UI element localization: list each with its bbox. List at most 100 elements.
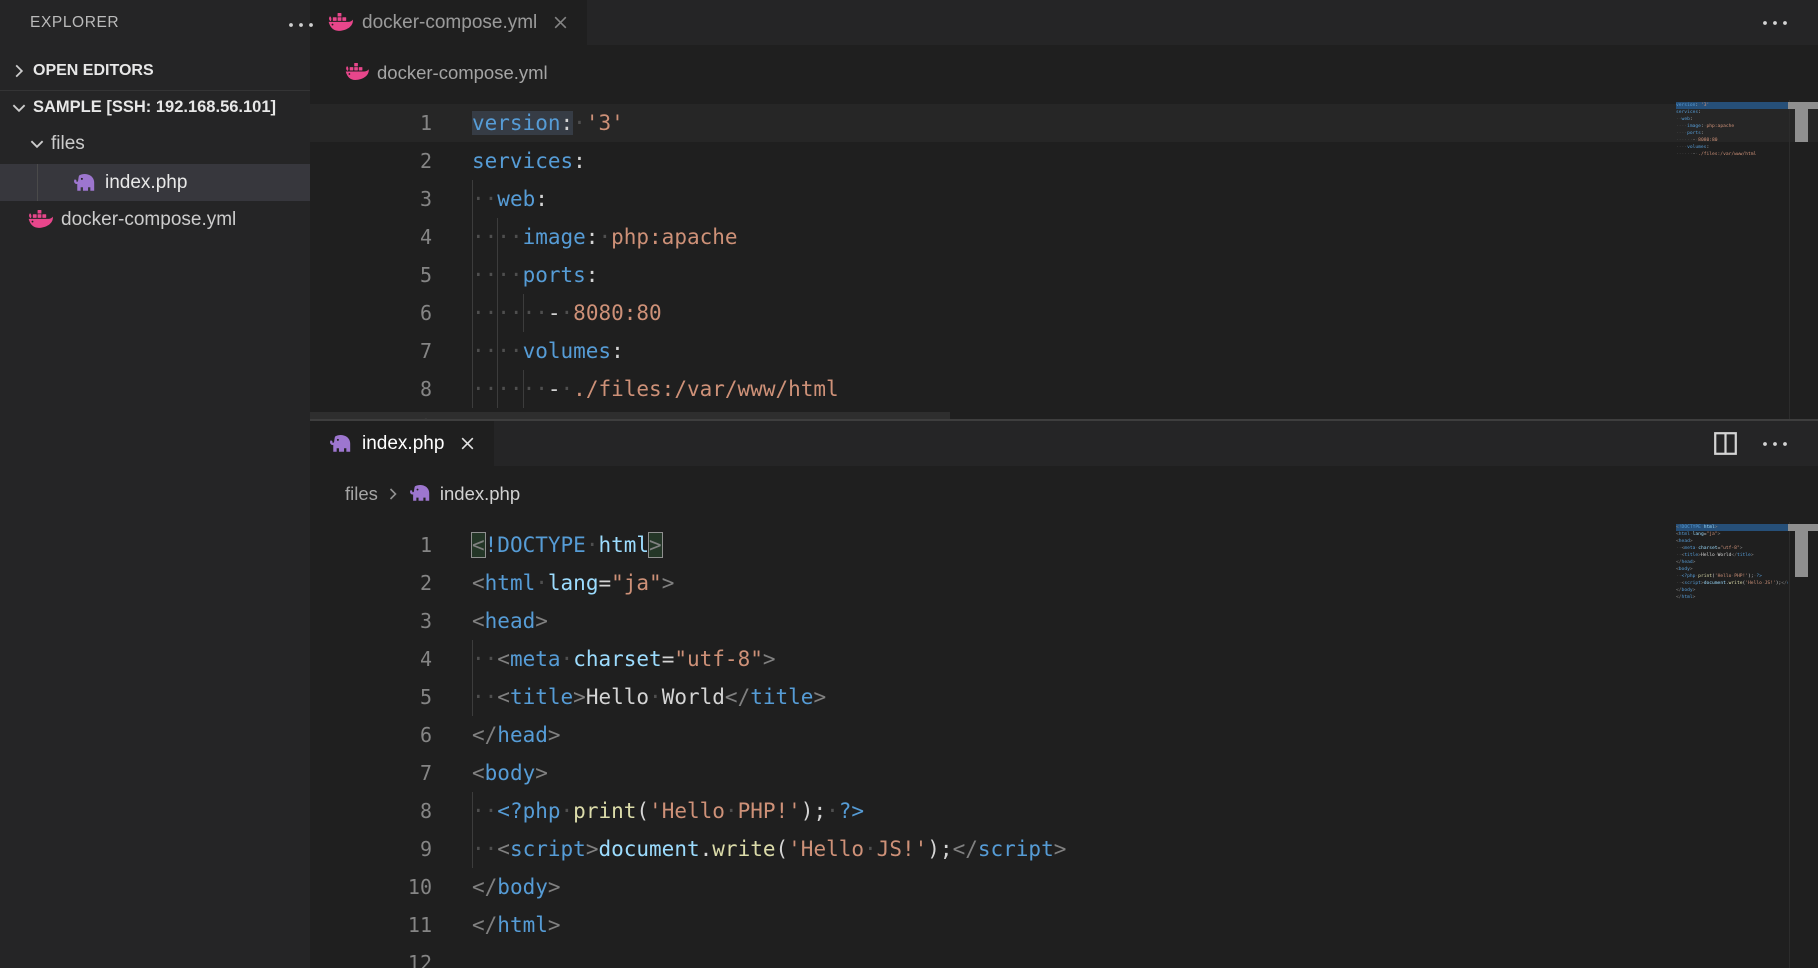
indent-guide <box>472 256 473 294</box>
editor-group-actions <box>1713 421 1818 466</box>
more-actions-button[interactable] <box>1760 440 1790 448</box>
php-elephant-icon <box>72 173 97 193</box>
vertical-scrollbar-slider[interactable] <box>1795 109 1808 142</box>
breadcrumb-label: files <box>345 483 378 505</box>
indent-guide <box>472 792 473 830</box>
minimap-line: </html> <box>1676 594 1788 601</box>
minimap-line: ····volumes: <box>1676 144 1788 151</box>
code-line: 1<!DOCTYPE·html> <box>310 526 1818 564</box>
close-tab-icon[interactable] <box>459 435 476 452</box>
vertical-scrollbar-slider[interactable] <box>1795 531 1808 577</box>
editor-group-actions <box>1760 0 1818 45</box>
breadcrumb: files index.php <box>310 466 1818 521</box>
docker-whale-icon <box>28 210 53 230</box>
chevron-down-icon <box>10 99 28 117</box>
tab-label: docker-compose.yml <box>362 12 537 34</box>
chevron-right-icon <box>385 486 401 502</box>
code-line: 6······-·8080:80 <box>310 294 1818 332</box>
code-line: 5··<title>Hello·World</title> <box>310 678 1818 716</box>
line-number: 8 <box>310 370 432 408</box>
indent-guide <box>472 370 473 408</box>
breadcrumb-label: docker-compose.yml <box>377 62 548 84</box>
code-line: 5····ports: <box>310 256 1818 294</box>
indent-guide <box>472 830 473 868</box>
minimap-line: ····ports: <box>1676 130 1788 137</box>
breadcrumb-item-folder[interactable]: files <box>345 483 378 505</box>
code-editor[interactable]: 1version:·'3'2services:3··web:4····image… <box>310 100 1818 419</box>
explorer-more-actions-button[interactable] <box>284 15 318 35</box>
code-line: 4····image:·php:apache <box>310 218 1818 256</box>
indent-guide <box>472 294 473 332</box>
code-line: 7<body> <box>310 754 1818 792</box>
minimap-line: <body> <box>1676 566 1788 573</box>
code-line: 1version:·'3' <box>310 104 1818 142</box>
php-elephant-icon <box>328 434 353 454</box>
indent-guide <box>523 294 524 332</box>
php-elephant-icon <box>408 484 432 503</box>
code-line: 9··<script>document.write('Hello·JS!');<… <box>310 830 1818 868</box>
ellipsis-icon <box>287 21 315 29</box>
line-number: 7 <box>310 754 432 792</box>
minimap-line: </head> <box>1676 559 1788 566</box>
more-actions-button[interactable] <box>1760 19 1790 27</box>
breadcrumb-label: index.php <box>440 483 520 505</box>
horizontal-scrollbar-slider[interactable] <box>310 412 950 419</box>
code-line: 10</body> <box>310 868 1818 906</box>
minimap-line: <head> <box>1676 538 1788 545</box>
line-number: 5 <box>310 256 432 294</box>
code-line: 12 <box>310 944 1818 968</box>
code-line: 6</head> <box>310 716 1818 754</box>
tab-index-php[interactable]: index.php <box>310 421 494 466</box>
tab-bar: index.php <box>310 421 1818 466</box>
minimap-line: services: <box>1676 109 1788 116</box>
line-number: 5 <box>310 678 432 716</box>
minimap[interactable]: version:·'3'services:··web:····image:·ph… <box>1676 102 1788 158</box>
line-number: 4 <box>310 218 432 256</box>
code-editor[interactable]: 1<!DOCTYPE·html>2<html·lang="ja">3<head>… <box>310 522 1818 968</box>
minimap-line: ··web: <box>1676 116 1788 123</box>
code-line: 4··<meta·charset="utf-8"> <box>310 640 1818 678</box>
close-tab-icon[interactable] <box>552 14 569 31</box>
editor-group-divider[interactable] <box>310 419 1818 421</box>
docker-whale-icon <box>345 63 369 82</box>
ellipsis-icon <box>1760 440 1790 448</box>
line-number: 1 <box>310 526 432 564</box>
sidebar-item-docker-compose[interactable]: docker-compose.yml <box>0 201 310 238</box>
minimap-line: version:·'3' <box>1676 102 1788 109</box>
minimap[interactable]: <!DOCTYPE·html><html·lang="ja"><head>··<… <box>1676 524 1788 601</box>
explorer-title: EXPLORER <box>30 14 119 32</box>
indent-guide <box>472 640 473 678</box>
split-editor-icon <box>1713 431 1738 456</box>
code-line: 7····volumes: <box>310 332 1818 370</box>
code-line: 3<head> <box>310 602 1818 640</box>
indent-guide <box>497 294 498 332</box>
tab-label: index.php <box>362 433 444 455</box>
breadcrumb-item-file[interactable]: index.php <box>408 483 520 505</box>
indent-guide <box>497 218 498 256</box>
sidebar-item-files-folder[interactable]: files <box>0 124 310 164</box>
line-number: 3 <box>310 602 432 640</box>
editor-area: docker-compose.yml docker-compose.yml 1v… <box>310 0 1818 968</box>
chevron-right-icon <box>10 62 28 80</box>
workspace-label: SAMPLE [SSH: 192.168.56.101] <box>33 98 276 117</box>
minimap-line: <html·lang="ja"> <box>1676 531 1788 538</box>
code-lines: 1version:·'3'2services:3··web:4····image… <box>310 100 1818 419</box>
tab-docker-compose-yml[interactable]: docker-compose.yml <box>310 0 587 45</box>
breadcrumb: docker-compose.yml <box>310 45 1818 100</box>
open-editors-label: OPEN EDITORS <box>33 62 154 80</box>
code-line: 2<html·lang="ja"> <box>310 564 1818 602</box>
ellipsis-icon <box>1760 19 1790 27</box>
line-number: 6 <box>310 294 432 332</box>
indent-guide <box>472 180 473 218</box>
split-editor-button[interactable] <box>1713 431 1738 456</box>
indent-guide <box>472 218 473 256</box>
workspace-section-header[interactable]: SAMPLE [SSH: 192.168.56.101] <box>0 90 310 124</box>
line-number: 2 <box>310 142 432 180</box>
breadcrumb-item-file[interactable]: docker-compose.yml <box>345 62 548 84</box>
open-editors-section-header[interactable]: OPEN EDITORS <box>0 56 310 86</box>
line-number: 7 <box>310 332 432 370</box>
sidebar-item-index-php[interactable]: index.php <box>0 164 310 201</box>
minimap-line: </body> <box>1676 587 1788 594</box>
chevron-down-icon <box>28 135 46 153</box>
indent-guide <box>472 332 473 370</box>
